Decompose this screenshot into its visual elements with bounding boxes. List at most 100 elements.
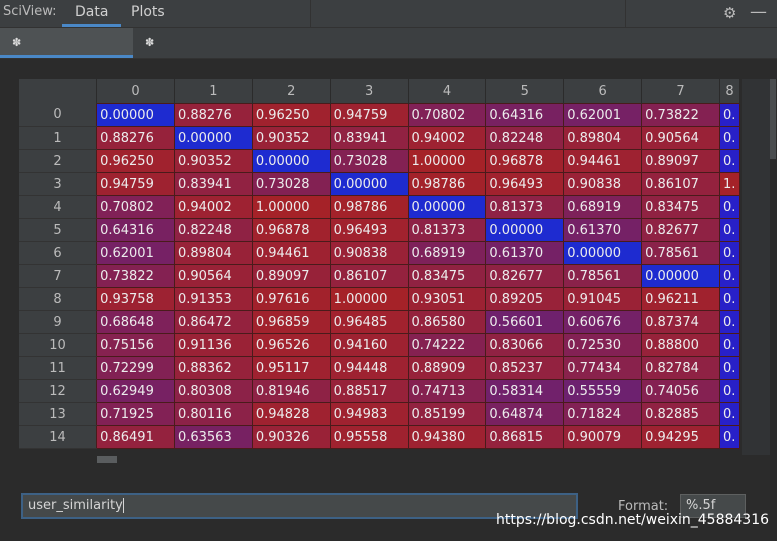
table-cell[interactable]: 0.88362 <box>173 356 253 380</box>
table-cell[interactable]: 0.73822 <box>96 264 175 288</box>
table-cell[interactable]: 0.74713 <box>407 379 487 403</box>
table-cell[interactable]: 0.90838 <box>329 241 409 265</box>
table-cell[interactable]: 0. <box>718 149 740 173</box>
table-cell[interactable]: 0.74056 <box>641 379 720 403</box>
table-cell[interactable]: 0.73822 <box>641 103 720 127</box>
table-cell[interactable]: 0.91136 <box>173 333 253 357</box>
table-cell[interactable]: 0.82248 <box>173 218 253 242</box>
table-cell[interactable]: 0. <box>718 379 740 403</box>
table-cell[interactable]: 0.89097 <box>641 149 720 173</box>
table-cell[interactable]: 0.71824 <box>563 402 643 426</box>
column-header[interactable]: 8 <box>719 79 740 104</box>
table-cell[interactable]: 0.85237 <box>485 356 565 380</box>
table-cell[interactable]: 0.94295 <box>641 425 720 449</box>
table-cell[interactable]: 0.96526 <box>251 333 331 357</box>
table-cell[interactable]: 0.64316 <box>96 218 175 242</box>
table-cell[interactable]: 0.58314 <box>485 379 565 403</box>
table-cell[interactable]: 0.83941 <box>329 126 409 150</box>
table-cell[interactable]: 0.91045 <box>563 287 643 311</box>
table-cell[interactable]: 0.86491 <box>96 425 175 449</box>
table-cell[interactable]: 0.93051 <box>407 287 487 311</box>
column-header[interactable]: 7 <box>641 79 720 104</box>
table-cell[interactable]: 0.94461 <box>251 241 331 265</box>
table-cell[interactable]: 0.93758 <box>96 287 175 311</box>
table-cell[interactable]: 0.86472 <box>173 310 253 334</box>
table-cell[interactable]: 0.98786 <box>407 172 487 196</box>
table-cell[interactable]: 0.90838 <box>563 172 643 196</box>
table-cell[interactable]: 0.83475 <box>407 264 487 288</box>
table-cell[interactable]: 0.95117 <box>251 356 331 380</box>
tab-data[interactable]: Data <box>62 0 122 27</box>
table-cell[interactable]: 0.78561 <box>563 264 643 288</box>
table-cell[interactable]: 0.64316 <box>485 103 565 127</box>
column-header[interactable]: 0 <box>96 79 175 104</box>
table-cell[interactable]: 0.68648 <box>96 310 175 334</box>
table-cell[interactable]: 0. <box>718 264 740 288</box>
table-cell[interactable]: 0.94461 <box>563 149 643 173</box>
table-cell[interactable]: 0.81373 <box>485 195 565 219</box>
table-cell[interactable]: 0.00000 <box>96 103 175 127</box>
table-cell[interactable]: 0.80308 <box>173 379 253 403</box>
table-cell[interactable]: 0.94380 <box>407 425 487 449</box>
table-cell[interactable]: 0.81946 <box>251 379 331 403</box>
table-cell[interactable]: 0.83066 <box>485 333 565 357</box>
table-cell[interactable]: 0.98786 <box>329 195 409 219</box>
table-cell[interactable]: 0.83941 <box>173 172 253 196</box>
table-cell[interactable]: 0.90564 <box>641 126 720 150</box>
table-cell[interactable]: 0.86580 <box>407 310 487 334</box>
table-cell[interactable]: 0.90564 <box>173 264 253 288</box>
table-cell[interactable]: 0.89804 <box>563 126 643 150</box>
table-cell[interactable]: 0.89205 <box>485 287 565 311</box>
minimize-icon[interactable]: — <box>750 2 767 22</box>
table-cell[interactable]: 0.90352 <box>173 149 253 173</box>
table-cell[interactable]: 0.96250 <box>251 103 331 127</box>
table-cell[interactable]: 0.00000 <box>563 241 643 265</box>
table-cell[interactable]: 0.96485 <box>329 310 409 334</box>
table-cell[interactable]: 0.94828 <box>251 402 331 426</box>
table-cell[interactable]: 0.97616 <box>251 287 331 311</box>
table-cell[interactable]: 0.82677 <box>641 218 720 242</box>
table-cell[interactable]: 0.90352 <box>251 126 331 150</box>
table-cell[interactable]: 0.85199 <box>407 402 487 426</box>
table-cell[interactable]: 0.96250 <box>96 149 175 173</box>
table-cell[interactable]: 0.96493 <box>485 172 565 196</box>
table-cell[interactable]: 0. <box>718 310 740 334</box>
table-cell[interactable]: 0. <box>718 425 740 449</box>
table-cell[interactable]: 0.56601 <box>485 310 565 334</box>
column-header[interactable]: 3 <box>330 79 409 104</box>
table-cell[interactable]: 0. <box>718 402 740 426</box>
table-cell[interactable]: 0.82677 <box>485 264 565 288</box>
table-cell[interactable]: 0.96493 <box>329 218 409 242</box>
table-cell[interactable]: 0.83475 <box>641 195 720 219</box>
table-cell[interactable]: 0.96859 <box>251 310 331 334</box>
table-cell[interactable]: 0.75156 <box>96 333 175 357</box>
table-cell[interactable]: 0.82885 <box>641 402 720 426</box>
table-cell[interactable]: 0.74222 <box>407 333 487 357</box>
table-cell[interactable]: 0.94759 <box>96 172 175 196</box>
table-cell[interactable]: 0.94983 <box>329 402 409 426</box>
tab-user-similarity[interactable]: ✽user_similarity✕ <box>0 28 133 78</box>
table-cell[interactable]: 0.90079 <box>563 425 643 449</box>
table-cell[interactable]: 0.81373 <box>407 218 487 242</box>
table-cell[interactable]: 0.60676 <box>563 310 643 334</box>
horizontal-scrollbar[interactable] <box>97 456 117 463</box>
table-cell[interactable]: 0.62949 <box>96 379 175 403</box>
table-cell[interactable]: 0.00000 <box>485 218 565 242</box>
column-header[interactable]: 5 <box>485 79 565 104</box>
table-cell[interactable]: 0.80116 <box>173 402 253 426</box>
column-header[interactable]: 1 <box>174 79 253 104</box>
table-cell[interactable]: 0.86107 <box>329 264 409 288</box>
table-cell[interactable]: 0. <box>718 333 740 357</box>
table-cell[interactable]: 1.00000 <box>251 195 331 219</box>
table-cell[interactable]: 0.63563 <box>173 425 253 449</box>
table-cell[interactable]: 0.88800 <box>641 333 720 357</box>
table-cell[interactable]: 0.96211 <box>641 287 720 311</box>
column-header[interactable]: 6 <box>563 79 643 104</box>
table-cell[interactable]: 0.72299 <box>96 356 175 380</box>
table-cell[interactable]: 0.68919 <box>563 195 643 219</box>
table-cell[interactable]: 1.00000 <box>407 149 487 173</box>
table-cell[interactable]: 0.64874 <box>485 402 565 426</box>
table-cell[interactable]: 0.00000 <box>641 264 720 288</box>
vertical-scrollbar[interactable] <box>770 79 776 159</box>
table-cell[interactable]: 0.72530 <box>563 333 643 357</box>
